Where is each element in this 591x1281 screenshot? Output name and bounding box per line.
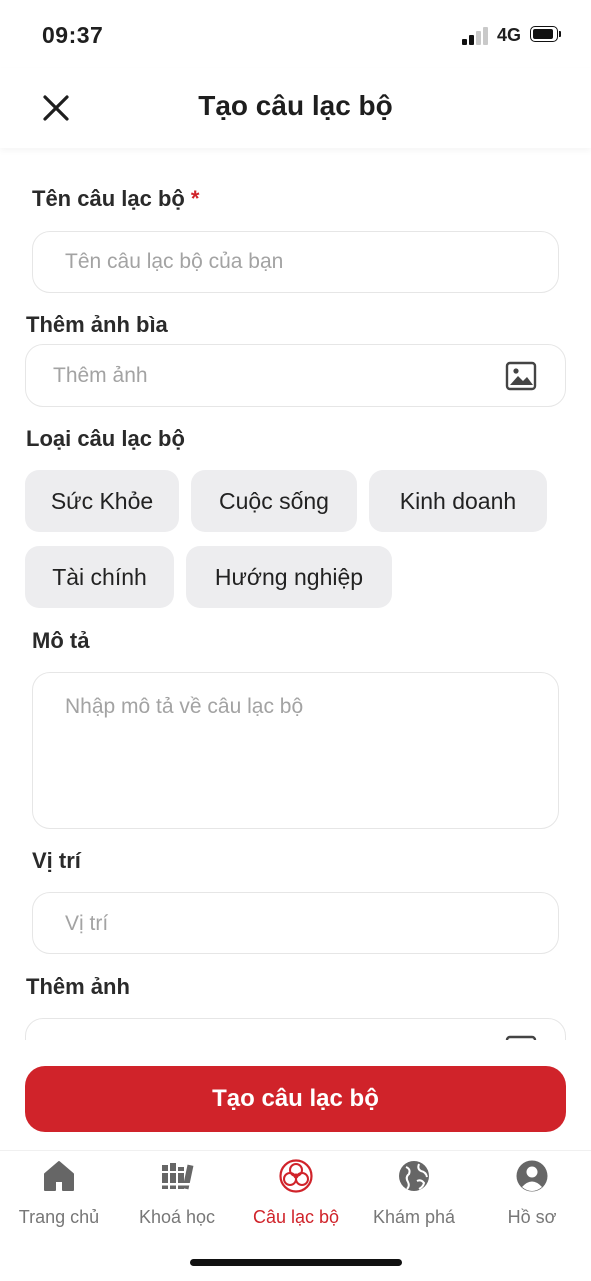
location-label: Vị trí (32, 848, 81, 873)
cover-image-label: Thêm ảnh bìa (26, 312, 168, 337)
home-icon (44, 1161, 74, 1191)
tab-home-label: Trang chủ (18, 1207, 100, 1227)
tab-profile[interactable]: Hồ sơ (473, 1151, 591, 1241)
image-icon (505, 361, 537, 391)
club-icon (279, 1159, 313, 1193)
tab-courses-label: Khoá học (138, 1207, 216, 1227)
club-type-label: Loại câu lạc bộ (26, 426, 185, 451)
club-name-label-text: Tên câu lạc bộ (32, 186, 185, 211)
club-type-chip-life[interactable]: Cuộc sống (191, 470, 357, 532)
club-type-chip-business[interactable]: Kinh doanh (369, 470, 547, 532)
required-mark: * (190, 186, 200, 211)
profile-icon (516, 1160, 548, 1192)
battery-icon (530, 26, 562, 44)
tab-explore-label: Khám phá (372, 1207, 456, 1227)
home-indicator (190, 1259, 402, 1266)
network-type: 4G (497, 25, 522, 45)
create-club-button[interactable]: Tạo câu lạc bộ (25, 1066, 566, 1132)
description-placeholder: Nhập mô tả về câu lạc bộ (65, 695, 304, 718)
club-type-chip-career[interactable]: Hướng nghiệp (186, 546, 392, 608)
cover-image-picker[interactable]: Thêm ảnh (25, 344, 566, 407)
club-name-label: Tên câu lạc bộ * (32, 186, 199, 212)
header: Tạo câu lạc bộ (0, 68, 591, 148)
club-type-chip-finance[interactable]: Tài chính (25, 546, 174, 608)
tab-courses[interactable]: Khoá học (118, 1151, 236, 1241)
location-input[interactable]: Vị trí (32, 892, 559, 954)
tab-explore[interactable]: Khám phá (355, 1151, 473, 1241)
description-textarea[interactable]: Nhập mô tả về câu lạc bộ (32, 672, 559, 829)
status-time: 09:37 (42, 22, 104, 48)
club-type-chip-health[interactable]: Sức Khỏe (25, 470, 179, 532)
status-bar: 09:37 4G (0, 0, 591, 68)
tab-club[interactable]: Câu lạc bộ (237, 1151, 355, 1241)
tab-profile-label: Hồ sơ (507, 1207, 557, 1227)
books-icon (162, 1163, 194, 1190)
cover-image-placeholder: Thêm ảnh (53, 364, 148, 387)
add-image-label: Thêm ảnh (26, 974, 130, 999)
club-name-input[interactable]: Tên câu lạc bộ của bạn (32, 231, 559, 293)
tab-club-label: Câu lạc bộ (252, 1207, 340, 1227)
page-title: Tạo câu lạc bộ (198, 90, 393, 121)
signal-icon (462, 27, 492, 45)
club-name-placeholder: Tên câu lạc bộ của bạn (65, 250, 284, 273)
globe-icon (399, 1161, 429, 1191)
description-label: Mô tả (32, 628, 90, 653)
location-placeholder: Vị trí (65, 912, 109, 935)
tab-home[interactable]: Trang chủ (0, 1151, 118, 1241)
